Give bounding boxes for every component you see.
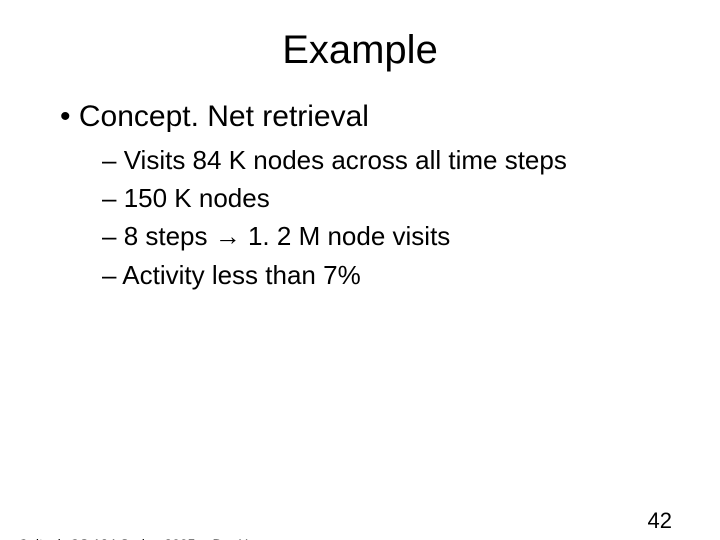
- sub-bullet: Visits 84 K nodes across all time steps: [102, 142, 680, 178]
- slide-body: Concept. Net retrieval Visits 84 K nodes…: [0, 97, 720, 293]
- sub-bullet: 8 steps → 1. 2 M node visits: [102, 218, 680, 254]
- bullet-list-level2: Visits 84 K nodes across all time steps …: [102, 142, 680, 294]
- sub-bullet-text-pre: 8 steps: [124, 221, 215, 251]
- sub-bullet-text: Visits 84 K nodes across all time steps: [124, 145, 567, 175]
- sub-bullet-text: 150 K nodes: [124, 183, 270, 213]
- bullet-list-level1: Concept. Net retrieval Visits 84 K nodes…: [60, 97, 680, 293]
- page-number: 42: [648, 508, 672, 534]
- slide: Example Concept. Net retrieval Visits 84…: [0, 28, 720, 540]
- sub-bullet: 150 K nodes: [102, 180, 680, 216]
- arrow-icon: →: [215, 221, 241, 251]
- bullet-main: Concept. Net retrieval Visits 84 K nodes…: [60, 97, 680, 293]
- slide-title: Example: [0, 28, 720, 73]
- bullet-main-text: Concept. Net retrieval: [79, 100, 369, 133]
- sub-bullet: Activity less than 7%: [102, 257, 680, 293]
- sub-bullet-text: Activity less than 7%: [122, 260, 360, 290]
- sub-bullet-text-post: 1. 2 M node visits: [241, 221, 451, 251]
- footer-text: Caltech CS 184 Spring 2005 -- De. Hon: [18, 536, 264, 540]
